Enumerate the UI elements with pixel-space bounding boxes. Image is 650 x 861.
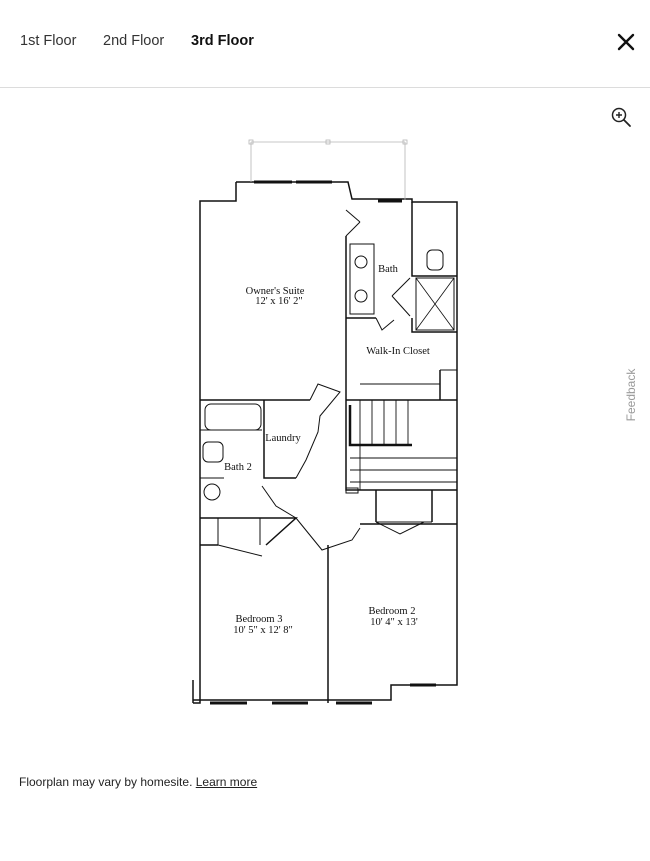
room-walk-in-closet-name: Walk-In Closet xyxy=(366,346,430,357)
room-bedroom-3-dims: 10' 5" x 12' 8" xyxy=(233,625,293,636)
close-button[interactable] xyxy=(614,30,638,54)
floorplan-image: Owner's Suite 12' x 16' 2" Bath Walk-In … xyxy=(0,88,650,768)
room-bedroom-2-name: Bedroom 2 xyxy=(369,606,416,617)
room-bath-name: Bath xyxy=(378,264,399,275)
tab-1st-floor[interactable]: 1st Floor xyxy=(20,33,76,49)
learn-more-link[interactable]: Learn more xyxy=(196,775,257,789)
tab-3rd-floor[interactable]: 3rd Floor xyxy=(191,33,254,49)
room-bath-2-name: Bath 2 xyxy=(224,462,252,473)
close-icon xyxy=(617,33,635,51)
room-laundry-name: Laundry xyxy=(265,433,301,444)
tab-2nd-floor[interactable]: 2nd Floor xyxy=(103,33,164,49)
floorplan-drawing: Owner's Suite 12' x 16' 2" Bath Walk-In … xyxy=(192,139,458,705)
floor-tabs-bar: 1st Floor 2nd Floor 3rd Floor xyxy=(0,0,650,88)
disclaimer-text: Floorplan may vary by homesite. xyxy=(19,775,193,789)
room-bedroom-3-name: Bedroom 3 xyxy=(236,614,283,625)
room-owners-suite-dims: 12' x 16' 2" xyxy=(255,296,302,307)
room-bedroom-2-dims: 10' 4" x 13' xyxy=(370,617,418,628)
floorplan-disclaimer: Floorplan may vary by homesite. Learn mo… xyxy=(19,775,257,789)
